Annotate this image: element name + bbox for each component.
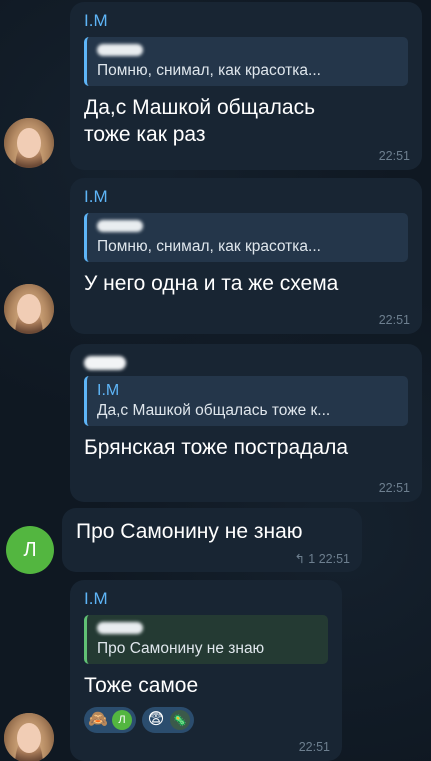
reaction-fearful[interactable]: 😨 🦠: [142, 707, 194, 733]
see-no-evil-monkey-icon: 🙈: [88, 711, 108, 728]
message-text-line: тоже как раз: [84, 123, 206, 146]
sender-name[interactable]: I.M: [84, 10, 408, 34]
message-text: Брянская тоже пострадала: [84, 436, 349, 459]
reply-quote[interactable]: Про Самонину не знаю: [84, 615, 328, 664]
message-text-line: Да,с Машкой общалась: [84, 96, 316, 119]
message-bubble[interactable]: Про Самонину не знаю ↰ 1 22:51: [62, 508, 362, 572]
reply-quote[interactable]: I.M Да,с Машкой общалась тоже к...: [84, 376, 408, 426]
reply-quote[interactable]: Помню, снимал, как красотка...: [84, 37, 408, 86]
message-text: Да,с Машкой общалась тоже как раз: [84, 94, 408, 148]
message-time: 22:51: [318, 552, 350, 566]
avatar-face: [17, 294, 41, 324]
reply-count[interactable]: 1: [308, 552, 315, 566]
redacted-name: [97, 220, 143, 232]
avatar[interactable]: [4, 118, 54, 168]
avatar-letter[interactable]: Л: [6, 526, 54, 574]
reply-quote[interactable]: Помню, снимал, как красотка...: [84, 213, 408, 262]
avatar[interactable]: [4, 284, 54, 334]
message-bubble[interactable]: I.M Помню, снимал, как красотка... Да,с …: [70, 2, 422, 170]
message-text: Про Самонину не знаю: [76, 520, 303, 543]
reply-text: Помню, снимал, как красотка...: [97, 238, 321, 255]
message-bubble[interactable]: I.M Да,с Машкой общалась тоже к... Брянс…: [70, 344, 422, 502]
avatar[interactable]: [4, 713, 54, 761]
message-bubble[interactable]: I.M Помню, снимал, как красотка... У нег…: [70, 178, 422, 334]
message-time: 22:51: [378, 149, 410, 163]
redacted-name: [97, 44, 143, 56]
sender-name[interactable]: I.M: [84, 186, 408, 210]
reaction-monkey[interactable]: 🙈 Л: [84, 707, 136, 733]
message-meta: ↰ 1 22:51: [294, 551, 350, 566]
reply-text: Про Самонину не знаю: [97, 640, 265, 657]
avatar-face: [17, 128, 41, 158]
message-text: Тоже самое: [84, 674, 199, 697]
fearful-face-icon: 😨: [147, 711, 165, 728]
message-time: 22:51: [378, 313, 410, 327]
message-time: 22:51: [298, 740, 330, 754]
sender-name[interactable]: I.M: [84, 588, 328, 612]
reactor-avatar: Л: [112, 710, 132, 730]
message-bubble[interactable]: I.M Про Самонину не знаю Тоже самое 🙈 Л …: [70, 580, 342, 761]
avatar-face: [17, 723, 41, 753]
reply-text: Да,с Машкой общалась тоже к...: [97, 402, 331, 419]
reply-text: Помню, снимал, как красотка...: [97, 62, 321, 79]
redacted-name: [97, 622, 143, 634]
message-text: У него одна и та же схема: [84, 272, 339, 295]
message-time: 22:51: [378, 481, 410, 495]
redacted-sender: [84, 356, 126, 370]
reply-name: I.M: [97, 382, 120, 399]
reply-arrow-icon[interactable]: ↰: [294, 552, 304, 566]
reactions: 🙈 Л 😨 🦠: [84, 707, 328, 733]
reactor-avatar: 🦠: [170, 710, 190, 730]
